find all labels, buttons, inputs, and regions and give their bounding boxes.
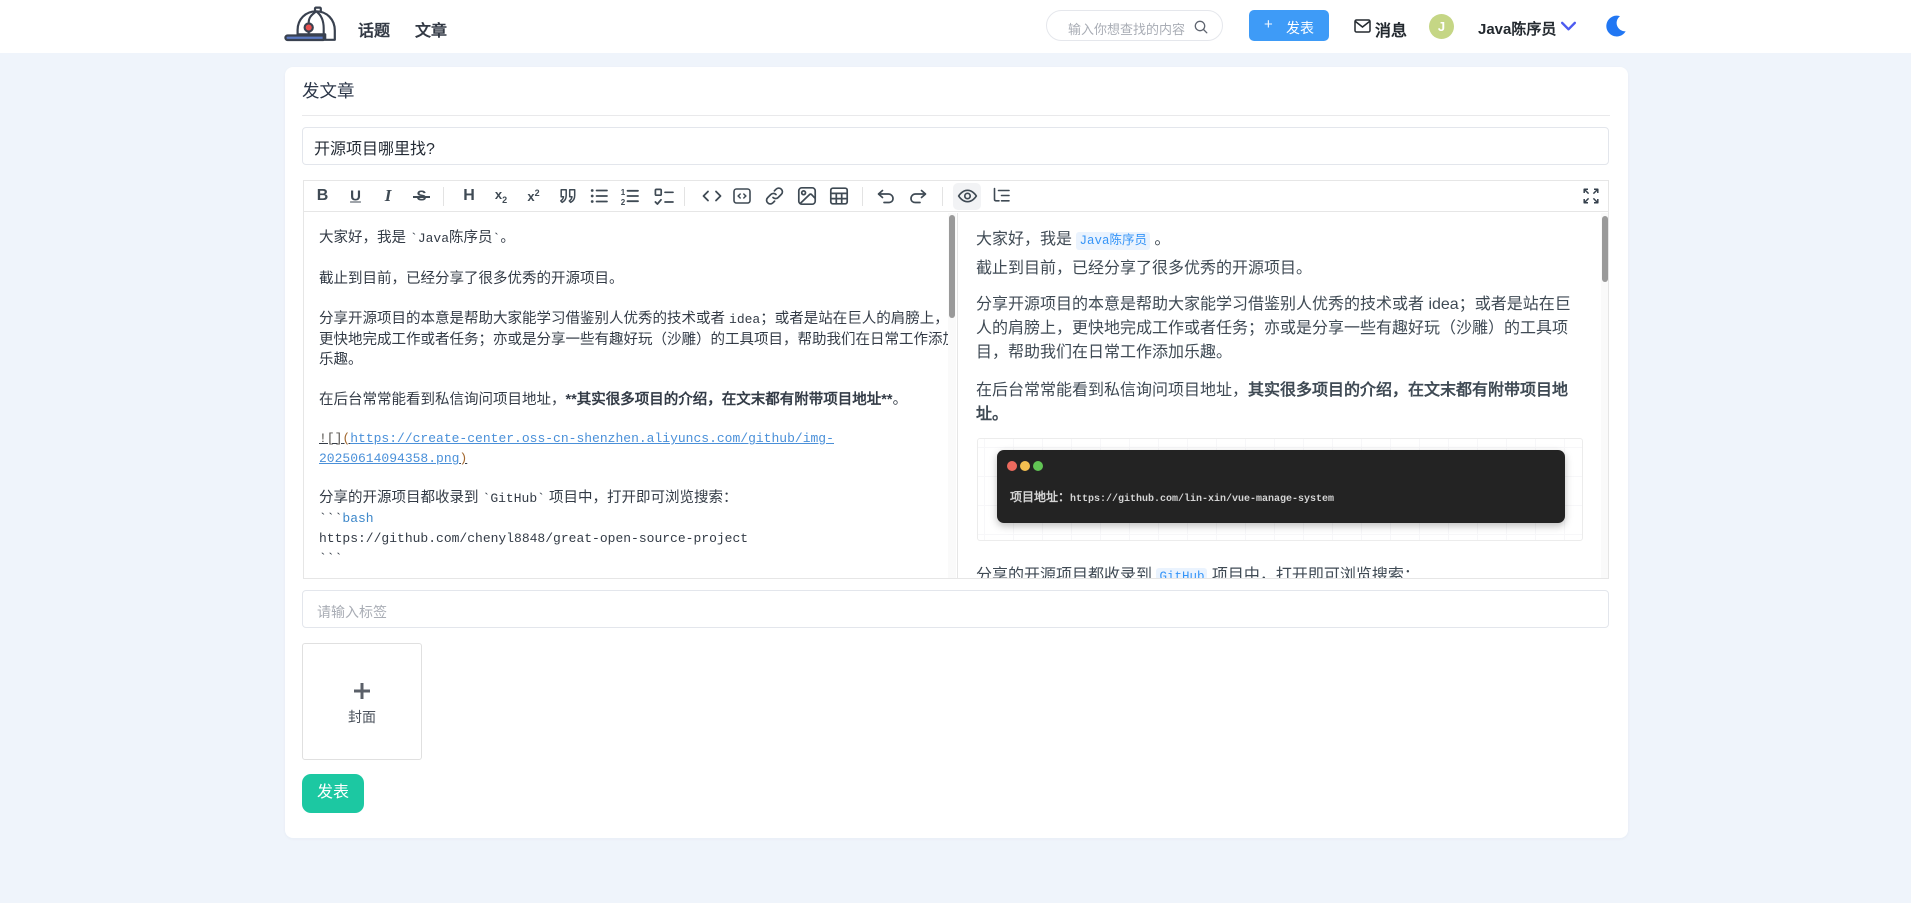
svg-text:2: 2 xyxy=(621,198,626,206)
svg-text:1: 1 xyxy=(621,188,626,197)
